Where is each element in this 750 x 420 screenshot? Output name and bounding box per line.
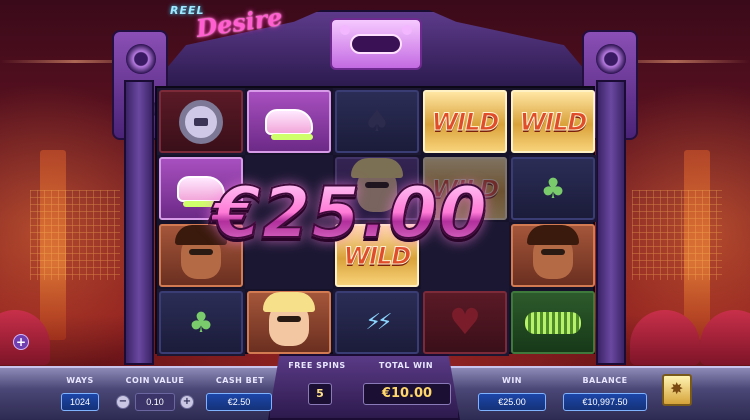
game-logo: REEL Desire	[158, 2, 298, 43]
symbol-tile	[247, 291, 331, 354]
shades-icon	[525, 311, 581, 334]
reel-cell	[157, 88, 245, 155]
reel-cell: WILD	[421, 88, 509, 155]
free-spins-label: FREE SPINS	[288, 361, 346, 370]
big-win-amount: €25.00	[211, 171, 522, 262]
frame-side-left	[124, 80, 154, 365]
wild-tile: WILD	[511, 90, 595, 153]
portrait-icon	[263, 291, 315, 346]
total-win-label: TOTAL WIN	[378, 361, 434, 370]
symbol-tile: ♣	[511, 157, 595, 220]
balance-label: BALANCE	[582, 376, 628, 385]
watch-icon	[179, 99, 223, 144]
disco-wall	[632, 190, 722, 280]
reel-cell: ⚡⚡	[333, 289, 421, 356]
total-win-value: €10.00	[363, 383, 451, 405]
balance-value: €10,997.50	[563, 393, 647, 411]
symbol-tile: ♣	[159, 291, 243, 354]
reel-cell: ♣	[157, 289, 245, 356]
coin-value-field: 0.10	[135, 393, 175, 411]
symbol-tile	[247, 90, 331, 153]
coin-decrease-button[interactable]: −	[116, 395, 130, 409]
cash-bet-value[interactable]: €2.50	[206, 393, 272, 411]
club-icon: ♣	[188, 306, 214, 339]
reel-cell	[509, 222, 597, 289]
win-value: €25.00	[478, 393, 546, 411]
ways-value: 1024	[61, 393, 99, 411]
menu-icon[interactable]	[662, 374, 692, 406]
symbol-tile: ⚡⚡	[335, 291, 419, 354]
spade-icon: ♠	[363, 104, 391, 139]
symbol-tile: ♥	[423, 291, 507, 354]
symbol-tile	[511, 291, 595, 354]
logo-desire: Desire	[194, 2, 285, 43]
cash-bet-label: CASH BET	[215, 376, 265, 385]
wild-label: WILD	[519, 107, 588, 136]
club-icon: ♣	[540, 172, 566, 205]
frame-side-right	[596, 80, 626, 365]
reel-cell	[245, 289, 333, 356]
disco-wall	[30, 190, 120, 280]
symbol-tile: ♠	[335, 90, 419, 153]
reel-cell: ♥	[421, 289, 509, 356]
reel-cell: ♠	[333, 88, 421, 155]
plus-icon[interactable]: +	[13, 334, 29, 350]
diamond-icon: ⚡⚡	[365, 310, 393, 335]
ways-label: WAYS	[66, 376, 94, 385]
reel-cell: WILD	[509, 88, 597, 155]
win-label: WIN	[502, 376, 522, 385]
speaker-cone	[596, 44, 626, 74]
portrait-icon	[527, 224, 579, 279]
cassette-ornament	[330, 18, 422, 70]
heart-icon: ♥	[448, 302, 482, 343]
coin-value-label: COIN VALUE	[125, 376, 185, 385]
free-spins-value: 5	[308, 383, 332, 405]
wild-label: WILD	[431, 107, 500, 136]
reel-cell: ♣	[509, 155, 597, 222]
coin-increase-button[interactable]: +	[180, 395, 194, 409]
wild-tile: WILD	[423, 90, 507, 153]
reel-cell	[509, 289, 597, 356]
reel-cell	[245, 88, 333, 155]
sneaker-icon	[265, 108, 313, 140]
speaker-cone	[126, 44, 156, 74]
symbol-tile	[511, 224, 595, 287]
symbol-tile	[159, 90, 243, 153]
